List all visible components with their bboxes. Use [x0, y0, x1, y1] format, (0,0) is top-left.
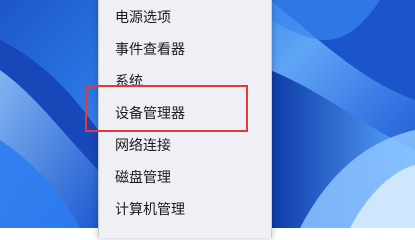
- highlight-box: [85, 85, 248, 132]
- menu-item-network-connections[interactable]: 网络连接: [115, 132, 263, 160]
- menu-item-disk-management[interactable]: 磁盘管理: [115, 164, 263, 192]
- menu-item-power-options[interactable]: 电源选项: [115, 4, 263, 32]
- menu-item-event-viewer[interactable]: 事件查看器: [115, 36, 263, 64]
- menu-item-computer-management[interactable]: 计算机管理: [115, 196, 263, 224]
